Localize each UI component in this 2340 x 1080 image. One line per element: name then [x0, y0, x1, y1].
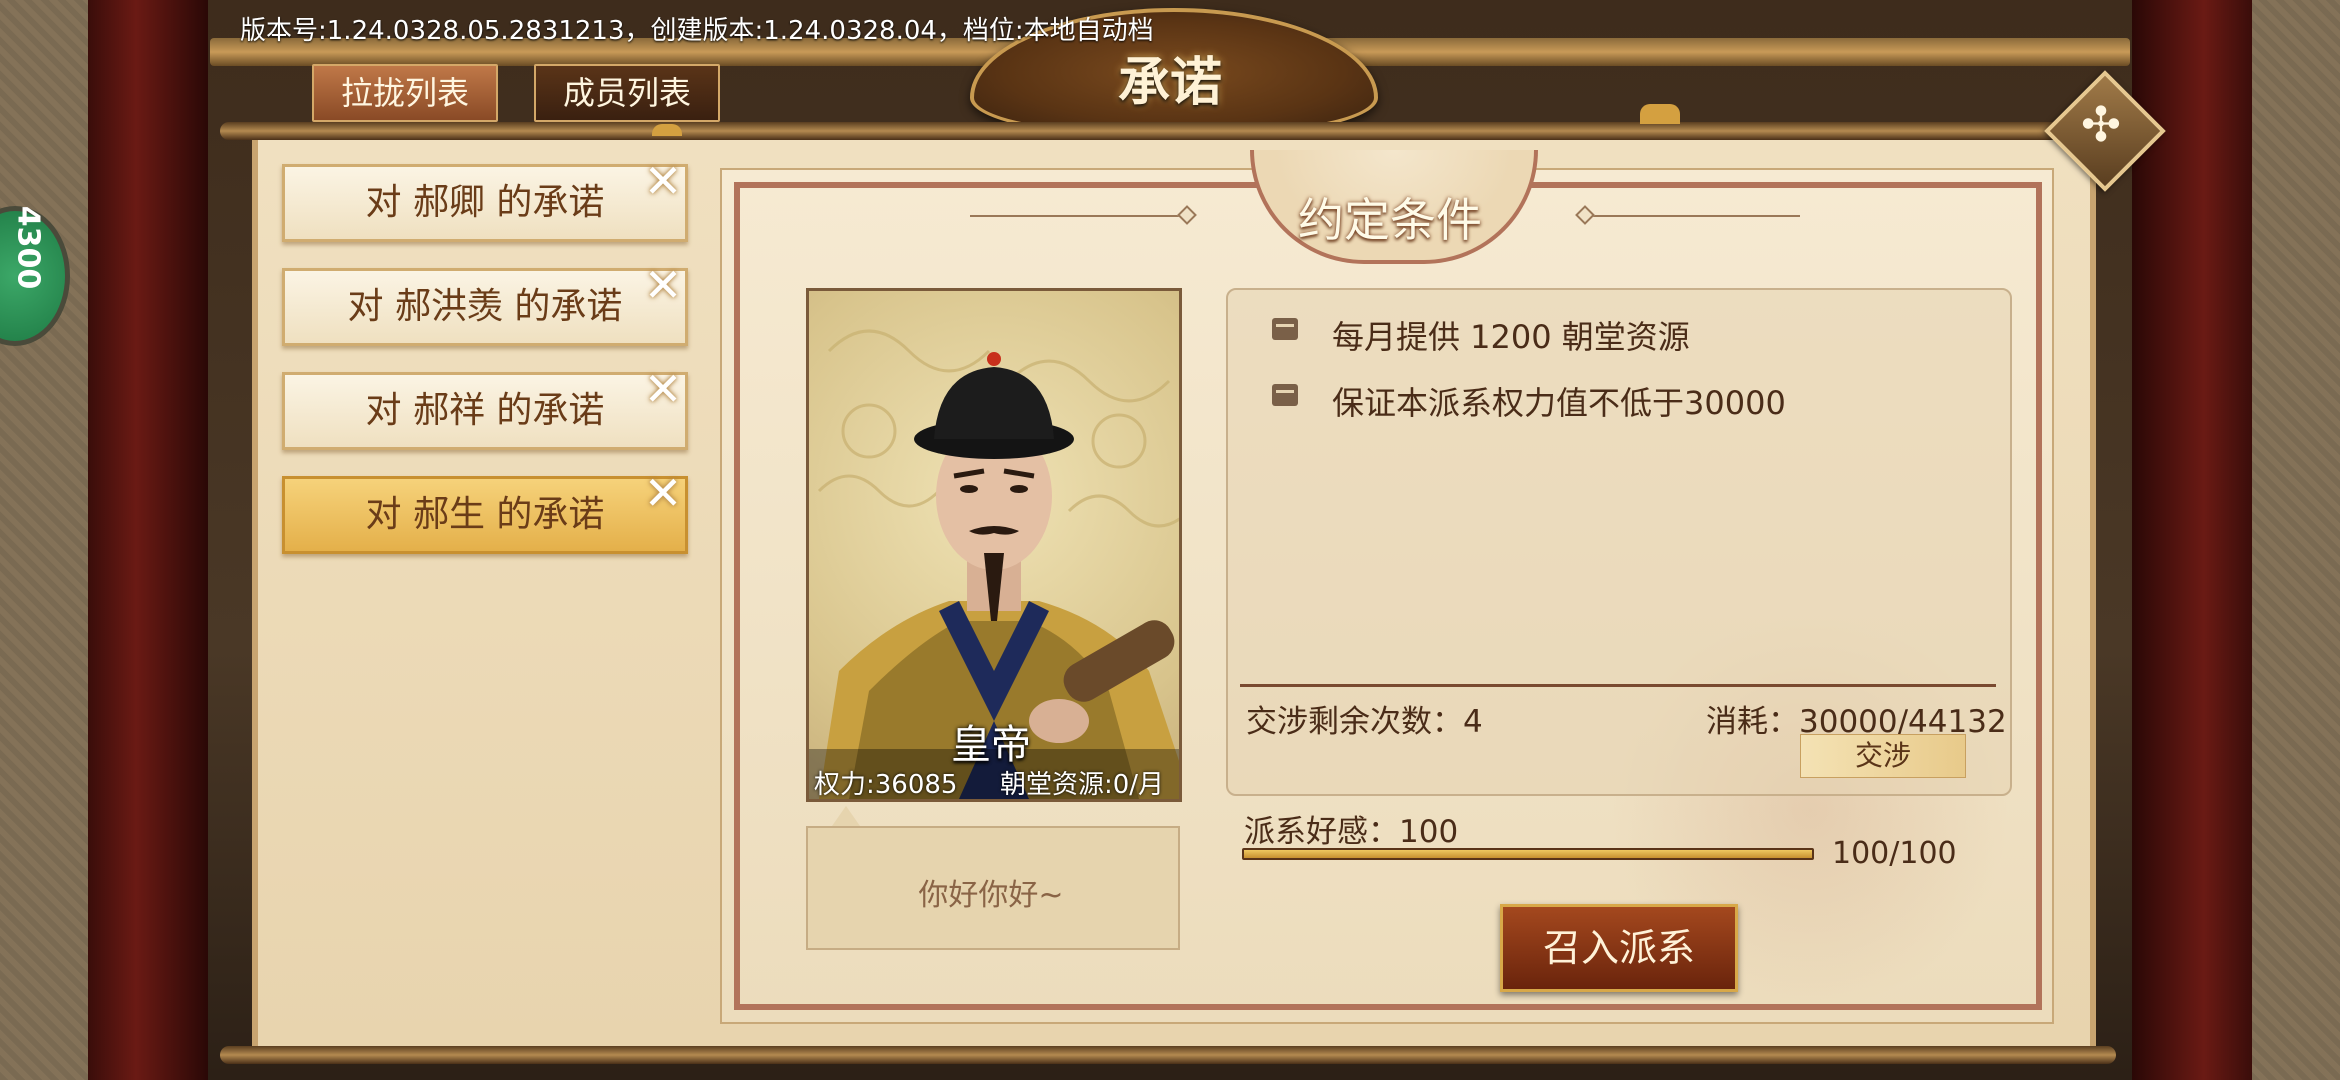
curtain-right	[2132, 0, 2252, 1080]
chest-icon	[1272, 318, 1298, 340]
remove-promise-icon[interactable]: ✕	[640, 262, 686, 308]
affinity-progress-fill	[1244, 850, 1812, 858]
character-resource: 朝堂资源:0/月	[1000, 770, 1165, 800]
recruit-to-faction-button[interactable]: 召入派系	[1500, 904, 1738, 992]
conditions-divider	[1240, 684, 1996, 687]
chest-icon	[1272, 384, 1298, 406]
promise-item-label: 对 郝祥 的承诺	[365, 390, 605, 431]
speech-text: 你好你好~	[918, 878, 1064, 913]
promise-item[interactable]: 对 郝祥 的承诺	[282, 372, 688, 450]
rod-ornament	[652, 124, 682, 136]
promise-item[interactable]: 对 郝洪羡 的承诺	[282, 268, 688, 346]
header-deco-line	[970, 215, 1190, 217]
promise-item-selected[interactable]: 对 郝生 的承诺	[282, 476, 688, 554]
promise-item-label: 对 郝生 的承诺	[365, 494, 605, 535]
condition-text: 每月提供 1200 朝堂资源	[1332, 318, 1690, 356]
scroll-rod-top	[220, 122, 2116, 140]
promise-item[interactable]: 对 郝卿 的承诺	[282, 164, 688, 242]
header-deco-line	[1580, 215, 1800, 217]
curtain-left	[88, 0, 208, 1080]
negotiation-remaining: 交涉剩余次数：4	[1246, 704, 1483, 740]
remove-promise-icon[interactable]: ✕	[640, 470, 686, 516]
promise-item-label: 对 郝洪羡 的承诺	[347, 286, 623, 327]
side-badge-text: 4300	[10, 205, 46, 290]
stage-left-wall	[0, 0, 88, 1080]
rod-ornament	[1640, 104, 1680, 124]
remove-promise-icon[interactable]: ✕	[640, 158, 686, 204]
scroll-rod-bottom	[220, 1046, 2116, 1064]
negotiate-button[interactable]: 交涉	[1800, 734, 1966, 778]
character-name: 皇帝	[951, 722, 1031, 768]
tab-member-list[interactable]: 成员列表	[534, 64, 720, 122]
version-text: 版本号:1.24.0328.05.2831213，创建版本:1.24.0328.…	[240, 16, 1154, 46]
speech-bubble-tail	[832, 806, 860, 826]
affinity-label: 派系好感：100	[1244, 814, 1459, 850]
character-power: 权力:36085	[814, 770, 958, 800]
page-title: 承诺	[1117, 52, 1222, 113]
stage-right-wall	[2252, 0, 2340, 1080]
remove-promise-icon[interactable]: ✕	[640, 366, 686, 412]
section-title: 约定条件	[1298, 193, 1482, 247]
promise-item-label: 对 郝卿 的承诺	[365, 182, 605, 223]
affinity-value: 100/100	[1832, 836, 1957, 871]
condition-text: 保证本派系权力值不低于30000	[1332, 384, 1786, 422]
close-icon[interactable]: ✣	[2062, 86, 2140, 164]
tab-recruit-list[interactable]: 拉拢列表	[312, 64, 498, 122]
